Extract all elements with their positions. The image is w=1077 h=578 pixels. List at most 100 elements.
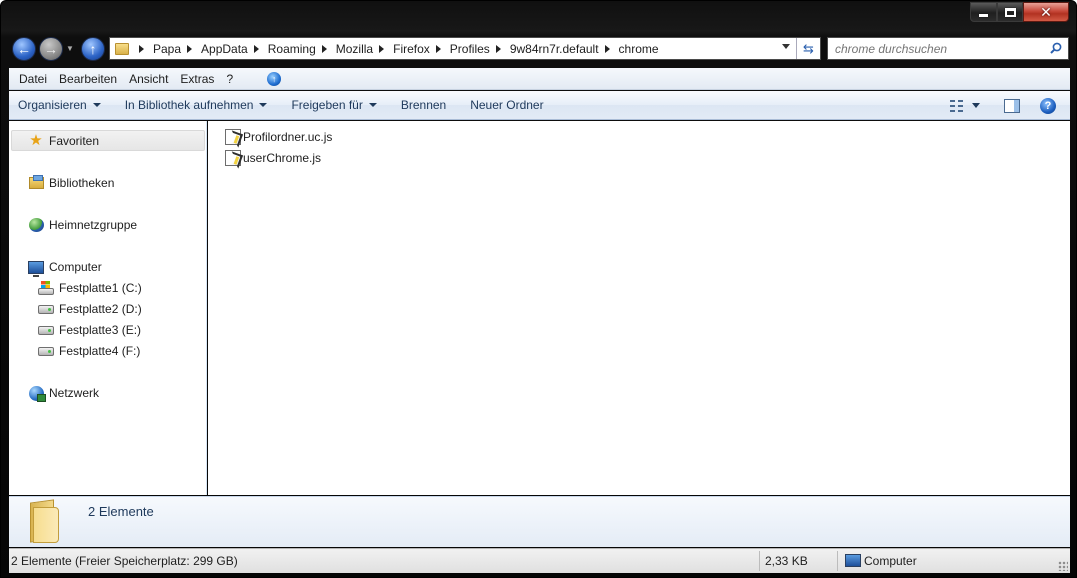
drive-icon-wrap xyxy=(38,343,54,359)
breadcrumb-item[interactable]: Firefox xyxy=(393,42,430,56)
item-count: 2 Elemente xyxy=(88,504,154,519)
address-dropdown-icon[interactable] xyxy=(782,44,790,49)
preview-pane-icon[interactable] xyxy=(1004,98,1020,113)
file-list[interactable]: Profilordner.uc.js userChrome.js xyxy=(208,121,1070,495)
homegroup-icon xyxy=(28,218,44,232)
sidebar-item-drive-d[interactable]: Festplatte2 (D:) xyxy=(38,299,142,319)
file-name: userChrome.js xyxy=(243,150,322,165)
sidebar-item-favorites[interactable]: ★ Favoriten xyxy=(11,130,205,151)
navigation-pane: ★ Favoriten Bibliotheken Heimnetzgruppe … xyxy=(9,121,207,495)
breadcrumb-separator-icon[interactable] xyxy=(187,44,193,53)
status-divider xyxy=(759,551,760,571)
breadcrumb-separator-icon[interactable] xyxy=(435,44,441,53)
resize-grip-icon[interactable] xyxy=(1058,561,1068,571)
include-in-library-button[interactable]: In Bibliothek aufnehmen xyxy=(116,93,277,117)
help-icon[interactable]: ? xyxy=(1040,97,1056,114)
refresh-icon: ⇆ xyxy=(803,40,814,56)
list-item[interactable]: Profilordner.uc.js xyxy=(225,127,332,146)
menu-file[interactable]: Datei xyxy=(13,69,53,89)
refresh-button[interactable]: ⇆ xyxy=(796,38,820,59)
forward-button[interactable]: → xyxy=(39,37,63,61)
organize-button[interactable]: Organisieren xyxy=(9,93,110,117)
breadcrumb-item[interactable]: AppData xyxy=(201,42,248,56)
drive-icon-wrap xyxy=(38,301,54,317)
globe-icon[interactable]: ↑ xyxy=(267,71,282,86)
address-bar[interactable]: Papa AppData Roaming Mozilla Firefox Pro… xyxy=(109,37,821,60)
breadcrumb-separator-icon[interactable] xyxy=(604,44,610,53)
view-options-dropdown-icon[interactable] xyxy=(972,103,980,108)
breadcrumb-item[interactable]: Papa xyxy=(153,42,181,56)
share-with-button[interactable]: Freigeben für xyxy=(282,93,385,117)
sidebar-item-libraries[interactable]: Bibliotheken xyxy=(28,173,114,193)
computer-icon xyxy=(28,260,44,277)
status-bar: 2 Elemente (Freier Speicherplatz: 299 GB… xyxy=(9,548,1070,573)
file-name: Profilordner.uc.js xyxy=(243,129,333,144)
forward-arrow-icon: → xyxy=(44,41,58,57)
burn-button[interactable]: Brennen xyxy=(392,93,455,117)
search-icon[interactable] xyxy=(1050,42,1062,54)
maximize-button[interactable] xyxy=(997,2,1023,22)
sidebar-item-computer[interactable]: Computer xyxy=(28,257,102,277)
change-view-icon[interactable] xyxy=(950,99,966,112)
sidebar-item-drive-e[interactable]: Festplatte3 (E:) xyxy=(38,320,141,340)
menu-view[interactable]: Ansicht xyxy=(123,69,174,89)
chevron-down-icon xyxy=(368,103,377,107)
breadcrumb-item[interactable]: Mozilla xyxy=(336,42,373,56)
menu-edit[interactable]: Bearbeiten xyxy=(53,69,123,89)
breadcrumb-separator-icon[interactable] xyxy=(253,44,259,53)
explorer-window: ✕ ← → ▼ ↑ Papa AppData Roaming Mozilla F… xyxy=(0,0,1077,578)
script-file-icon xyxy=(225,128,241,145)
search-input[interactable] xyxy=(828,38,1038,59)
minimize-button[interactable] xyxy=(970,2,997,22)
hard-drive-icon xyxy=(38,325,54,335)
sidebar-item-label: Heimnetzgruppe xyxy=(49,218,138,232)
include-in-library-label: In Bibliothek aufnehmen xyxy=(124,98,254,112)
menu-help[interactable]: ? xyxy=(220,69,239,89)
hard-drive-icon xyxy=(38,304,54,314)
star-icon: ★ xyxy=(29,131,43,149)
network-icon xyxy=(28,385,46,402)
libraries-icon xyxy=(28,175,44,189)
close-button[interactable]: ✕ xyxy=(1023,2,1069,22)
list-item[interactable]: userChrome.js xyxy=(225,148,321,167)
chevron-down-icon xyxy=(259,103,268,107)
libraries-icon-wrap xyxy=(28,175,44,191)
history-dropdown-icon[interactable]: ▼ xyxy=(66,44,74,53)
breadcrumb-separator-icon[interactable] xyxy=(379,44,385,53)
network-icon-wrap xyxy=(28,385,46,402)
breadcrumb-item[interactable]: 9w84rn7r.default xyxy=(510,42,599,56)
sidebar-item-label: Festplatte2 (D:) xyxy=(59,302,142,316)
breadcrumb-item[interactable]: Roaming xyxy=(268,42,316,56)
command-bar-right: ? xyxy=(950,91,1070,120)
breadcrumb-item[interactable]: chrome xyxy=(619,42,659,56)
sidebar-item-drive-f[interactable]: Festplatte4 (F:) xyxy=(38,341,140,361)
folder-icon xyxy=(115,42,129,55)
sidebar-item-network[interactable]: Netzwerk xyxy=(28,383,99,403)
close-icon: ✕ xyxy=(1040,4,1052,20)
back-button[interactable]: ← xyxy=(12,37,36,61)
chevron-down-icon xyxy=(92,103,101,107)
status-location: Computer xyxy=(864,554,917,568)
breadcrumb-separator-icon[interactable] xyxy=(139,44,144,53)
sidebar-item-label: Favoriten xyxy=(49,133,100,148)
caption-buttons: ✕ xyxy=(970,2,1069,22)
system-drive-icon-wrap xyxy=(38,280,54,296)
up-button[interactable]: ↑ xyxy=(81,37,105,61)
sidebar-item-label: Netzwerk xyxy=(49,386,100,400)
status-size: 2,33 KB xyxy=(765,554,808,568)
search-box xyxy=(827,37,1069,60)
computer-icon xyxy=(845,554,861,567)
breadcrumb-item[interactable]: Profiles xyxy=(450,42,490,56)
breadcrumb-separator-icon[interactable] xyxy=(321,44,327,53)
sidebar-item-homegroup[interactable]: Heimnetzgruppe xyxy=(28,215,137,235)
share-with-label: Freigeben für xyxy=(291,98,363,112)
new-folder-button[interactable]: Neuer Ordner xyxy=(461,93,552,117)
sidebar-item-label: Bibliotheken xyxy=(49,176,115,190)
sidebar-item-drive-c[interactable]: Festplatte1 (C:) xyxy=(38,278,142,298)
breadcrumb: Papa AppData Roaming Mozilla Firefox Pro… xyxy=(133,38,659,59)
script-file-icon xyxy=(225,149,241,166)
computer-icon-wrap xyxy=(28,259,44,277)
breadcrumb-separator-icon[interactable] xyxy=(495,44,501,53)
menu-tools[interactable]: Extras xyxy=(174,69,220,89)
sidebar-item-label: Festplatte3 (E:) xyxy=(59,323,142,337)
